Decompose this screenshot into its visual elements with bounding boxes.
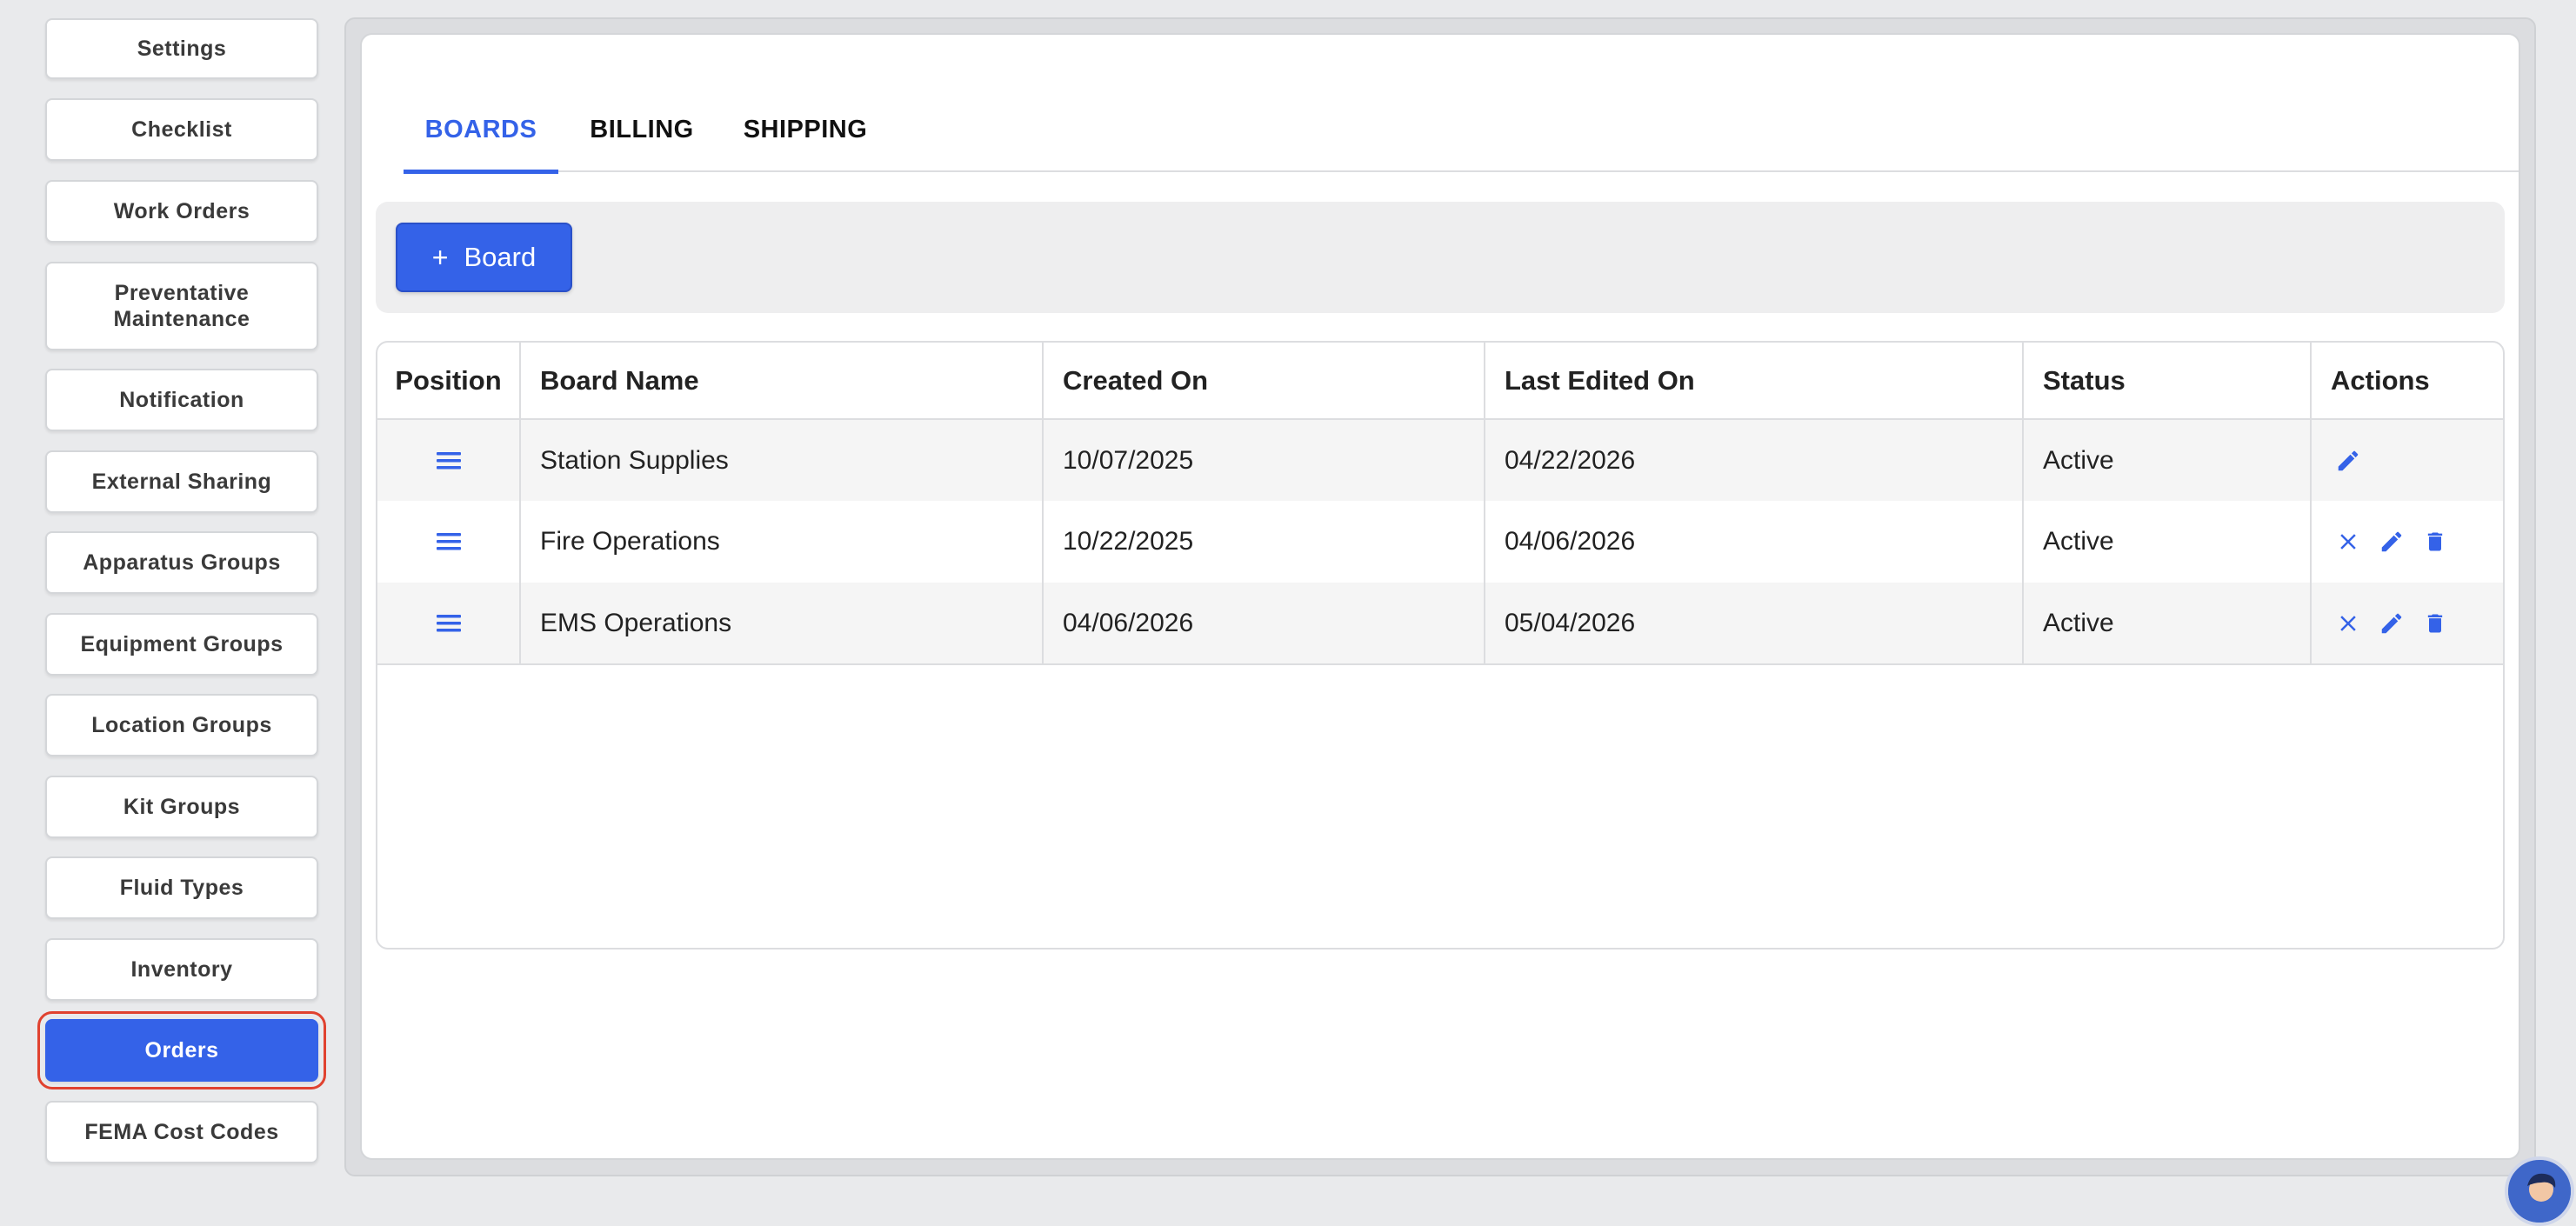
sidebar-item-inventory[interactable]: Inventory xyxy=(45,938,318,1001)
header-status[interactable]: Status xyxy=(2023,343,2312,420)
sidebar-item-fema-cost-codes[interactable]: FEMA Cost Codes xyxy=(45,1101,318,1163)
close-icon[interactable] xyxy=(2331,524,2366,559)
created-on-cell: 04/06/2026 xyxy=(1043,583,1485,665)
position-cell xyxy=(377,419,521,501)
header-actions: Actions xyxy=(2311,343,2503,420)
sidebar-item-kit-groups[interactable]: Kit Groups xyxy=(45,776,318,838)
sidebar-item-orders[interactable]: Orders xyxy=(37,1011,326,1089)
toolbar xyxy=(376,202,2505,313)
tab-active-indicator xyxy=(404,170,558,174)
tab-billing-label: BILLING xyxy=(590,115,694,143)
drag-handle-icon[interactable] xyxy=(431,606,466,641)
actions-cell xyxy=(2311,419,2503,501)
sidebar-item-settings[interactable]: Settings xyxy=(45,18,318,79)
status-cell: Active xyxy=(2023,419,2312,501)
header-created-on[interactable]: Created On xyxy=(1043,343,1485,420)
close-icon[interactable] xyxy=(2331,606,2366,641)
table-row: EMS Operations 04/06/2026 05/04/2026 Act… xyxy=(377,583,2503,665)
sidebar-item-work-orders[interactable]: Work Orders xyxy=(45,180,318,243)
delete-icon[interactable] xyxy=(2418,524,2453,559)
delete-icon[interactable] xyxy=(2418,606,2453,641)
table-row: Station Supplies 10/07/2025 04/22/2026 A… xyxy=(377,419,2503,501)
tab-shipping[interactable]: SHIPPING xyxy=(737,87,873,172)
tab-billing[interactable]: BILLING xyxy=(588,87,696,172)
header-position: Position xyxy=(377,343,521,420)
created-on-cell: 10/22/2025 xyxy=(1043,501,1485,583)
drag-handle-icon[interactable] xyxy=(431,443,466,478)
header-last-edited-on[interactable]: Last Edited On xyxy=(1485,343,2024,420)
position-cell xyxy=(377,501,521,583)
last-edited-cell: 04/06/2026 xyxy=(1485,501,2024,583)
sidebar-item-external-sharing[interactable]: External Sharing xyxy=(45,450,318,513)
edit-icon[interactable] xyxy=(2374,524,2409,559)
add-board-button[interactable]: + Board xyxy=(396,223,572,292)
drag-handle-icon[interactable] xyxy=(431,524,466,559)
board-name-cell: EMS Operations xyxy=(520,583,1044,665)
tab-boards-label: BOARDS xyxy=(424,115,537,143)
board-name-cell: Station Supplies xyxy=(520,419,1044,501)
tab-bar: BOARDS BILLING SHIPPING xyxy=(404,87,2519,174)
sidebar-item-notification[interactable]: Notification xyxy=(45,369,318,431)
tab-shipping-label: SHIPPING xyxy=(743,115,868,143)
sidebar-item-fluid-types[interactable]: Fluid Types xyxy=(45,856,318,919)
sidebar-item-preventative-maintenance[interactable]: Preventative Maintenance xyxy=(45,262,318,350)
avatar[interactable] xyxy=(2505,1156,2574,1226)
tab-boards[interactable]: BOARDS xyxy=(404,87,558,174)
edit-icon[interactable] xyxy=(2331,443,2366,478)
created-on-cell: 10/07/2025 xyxy=(1043,419,1485,501)
header-board-name[interactable]: Board Name xyxy=(520,343,1044,420)
boards-table: Position Board Name Created On Last Edit… xyxy=(376,341,2505,949)
board-name-cell: Fire Operations xyxy=(520,501,1044,583)
position-cell xyxy=(377,583,521,665)
sidebar-item-location-groups[interactable]: Location Groups xyxy=(45,694,318,756)
last-edited-cell: 05/04/2026 xyxy=(1485,583,2024,665)
table-header-row: Position Board Name Created On Last Edit… xyxy=(377,343,2503,420)
edit-icon[interactable] xyxy=(2374,606,2409,641)
sidebar-item-checklist[interactable]: Checklist xyxy=(45,98,318,161)
actions-cell xyxy=(2311,583,2503,665)
last-edited-cell: 04/22/2026 xyxy=(1485,419,2024,501)
table-row: Fire Operations 10/22/2025 04/06/2026 Ac… xyxy=(377,501,2503,583)
status-cell: Active xyxy=(2023,583,2312,665)
sidebar: Settings Checklist Work Orders Preventat… xyxy=(0,0,348,1193)
sidebar-item-apparatus-groups[interactable]: Apparatus Groups xyxy=(45,531,318,594)
sidebar-item-equipment-groups[interactable]: Equipment Groups xyxy=(45,613,318,676)
add-board-label: Board xyxy=(464,242,537,272)
actions-cell xyxy=(2311,501,2503,583)
plus-icon: + xyxy=(431,241,449,273)
status-cell: Active xyxy=(2023,501,2312,583)
